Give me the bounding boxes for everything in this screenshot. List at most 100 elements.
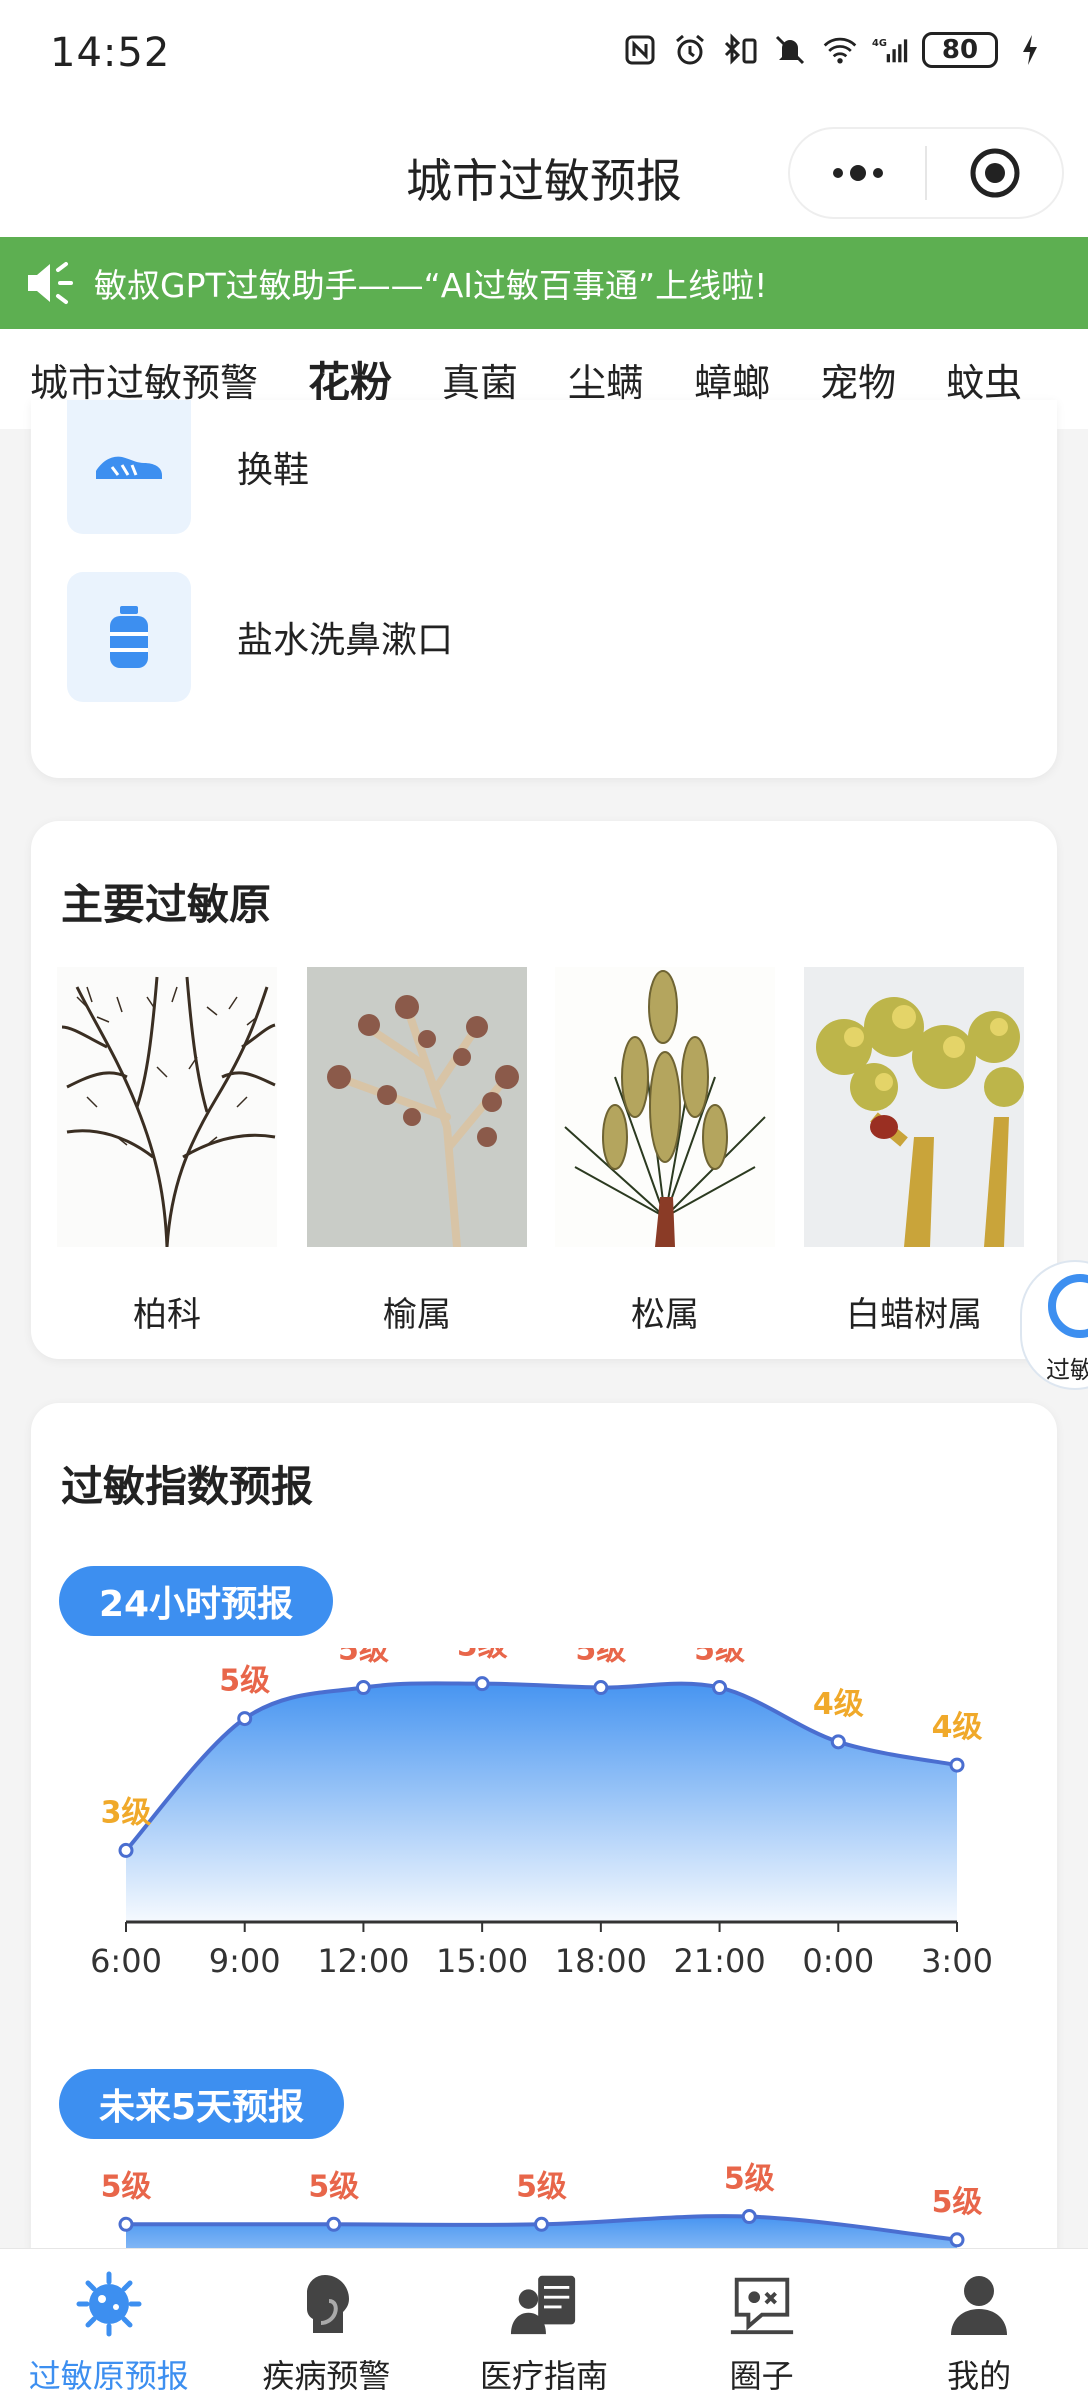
nav-community[interactable]: 圈子 [653, 2249, 871, 2400]
data-point [949, 1757, 965, 1773]
level-label: 5级 [932, 2185, 983, 2220]
level-label: 5级 [308, 2169, 359, 2204]
allergen-item[interactable]: 松属 [555, 967, 775, 1336]
tab-city-warning[interactable]: 城市过敏预警 [30, 352, 258, 407]
data-point [118, 2216, 134, 2232]
bluetooth-battery-icon [722, 32, 758, 68]
throat-icon [291, 2269, 361, 2339]
tab-fungus[interactable]: 真菌 [442, 352, 518, 407]
hourly-forecast-pill[interactable]: 24小时预报 [59, 1566, 334, 1636]
doctor-icon [509, 2269, 579, 2339]
x-tick-label: 9:00 [209, 1942, 281, 1978]
data-point [949, 2232, 965, 2248]
x-tick-label: 6:00 [90, 1942, 162, 1978]
svg-text:4G: 4G [872, 38, 887, 49]
x-tick-label: 0:00 [802, 1942, 874, 1978]
assistant-icon [1048, 1274, 1088, 1338]
allergen-name: 榆属 [383, 1295, 451, 1335]
x-tick-label: 12:00 [317, 1942, 409, 1978]
nav-disease-warning[interactable]: 疾病预警 [218, 2249, 436, 2400]
level-label: 5级 [516, 2169, 567, 2204]
tip-item: 换鞋 [67, 400, 309, 534]
nfc-icon [622, 32, 658, 68]
level-label: 5级 [101, 2169, 152, 2204]
elm-image [307, 967, 527, 1251]
data-point [741, 2209, 757, 2225]
section-title: 过敏指数预报 [61, 1462, 314, 1511]
nav-allergen-forecast[interactable]: 过敏原预报 [0, 2249, 218, 2400]
nav-label: 圈子 [729, 2357, 794, 2395]
data-point [326, 2216, 342, 2232]
tab-cockroach[interactable]: 蟑螂 [694, 352, 770, 407]
more-button[interactable] [790, 129, 925, 217]
shoe-icon [96, 456, 162, 479]
user-icon [944, 2269, 1014, 2339]
section-title: 主要过敏原 [61, 880, 272, 929]
tip-icon-box [67, 572, 191, 702]
x-tick-label: 18:00 [555, 1942, 647, 1978]
allergen-name: 柏科 [133, 1295, 201, 1335]
hourly-forecast-chart: 3级 6:00 5级 9:00 5级 12:00 5级 15:00 5级 18:00 5级 21:00… [90, 1648, 993, 1978]
allergen-name: 松属 [631, 1295, 699, 1335]
charging-icon [1012, 32, 1048, 68]
level-label: 5级 [694, 1648, 745, 1668]
more-icon [832, 165, 883, 181]
protection-tips-card: 换鞋 盐水洗鼻漱口 [31, 400, 1057, 778]
level-label: 5级 [457, 1648, 508, 1664]
speaker-icon [24, 260, 76, 306]
data-point [474, 1676, 490, 1692]
main-allergens-card: 主要过敏原 柏科 榆属 松属 白蜡树属 [31, 821, 1057, 1359]
status-bar: 14:52 4G 80 [0, 0, 1088, 115]
data-point [830, 1734, 846, 1750]
tab-pet[interactable]: 宠物 [820, 352, 896, 407]
level-label: 4级 [813, 1687, 864, 1722]
wifi-icon [822, 32, 858, 68]
nav-label: 疾病预警 [262, 2357, 391, 2395]
level-label: 5级 [575, 1648, 626, 1668]
data-point [355, 1680, 371, 1696]
close-program-button[interactable] [927, 129, 1062, 217]
announcement-banner[interactable]: 敏叔GPT过敏助手——“AI过敏百事通”上线啦! [0, 237, 1088, 329]
nav-medical-guide[interactable]: 医疗指南 [435, 2249, 653, 2400]
data-point [237, 1711, 253, 1727]
allergen-item[interactable]: 榆属 [307, 967, 527, 1336]
nav-label: 医疗指南 [479, 2357, 608, 2395]
tip-icon-box [67, 400, 191, 534]
signal-4g-icon: 4G [872, 32, 908, 68]
x-tick-label: 15:00 [436, 1942, 528, 1978]
daily-forecast-pill[interactable]: 未来5天预报 [59, 2069, 345, 2139]
data-point [593, 1680, 609, 1696]
community-icon [727, 2269, 797, 2339]
virus-icon [74, 2269, 144, 2339]
level-label: 5级 [338, 1648, 389, 1668]
mute-icon [772, 32, 808, 68]
data-point [712, 1680, 728, 1696]
alarm-icon [672, 32, 708, 68]
allergen-name: 白蜡树属 [846, 1295, 982, 1335]
level-label: 4级 [932, 1710, 983, 1745]
tip-label: 盐水洗鼻漱口 [237, 620, 454, 661]
float-button-label: 过敏 [1046, 1356, 1088, 1384]
tip-label: 换鞋 [237, 450, 310, 491]
tab-mosquito[interactable]: 蚊虫 [946, 352, 1022, 407]
nav-label: 我的 [947, 2357, 1012, 2395]
x-tick-label: 21:00 [673, 1942, 765, 1978]
tab-dust-mite[interactable]: 尘螨 [568, 352, 644, 407]
nav-profile[interactable]: 我的 [870, 2249, 1088, 2400]
ash-tree-image [804, 967, 1024, 1247]
data-point [534, 2216, 549, 2232]
tip-item: 盐水洗鼻漱口 [67, 572, 453, 702]
status-icons: 4G 80 [622, 32, 1048, 68]
title-bar: 城市过敏预报 [0, 115, 1088, 237]
allergen-item[interactable]: 白蜡树属 [804, 967, 1024, 1336]
target-icon [970, 148, 1019, 198]
allergen-item[interactable]: 柏科 [57, 967, 277, 1336]
level-label: 5级 [724, 2162, 775, 2197]
level-label: 5级 [219, 1664, 270, 1699]
banner-text: 敏叔GPT过敏助手——“AI过敏百事通”上线啦! [94, 266, 768, 305]
cypress-image [57, 967, 277, 1248]
level-label: 3级 [101, 1795, 152, 1830]
bottom-navigation: 过敏原预报 疾病预警 医疗指南 圈子 我的 [0, 2248, 1088, 2400]
battery-indicator: 80 [922, 32, 998, 68]
allergy-forecast-card: 过敏指数预报 24小时预报 3级 6:00 5级 9:00 5级 12:00 5级 15:00… [31, 1403, 1057, 2313]
